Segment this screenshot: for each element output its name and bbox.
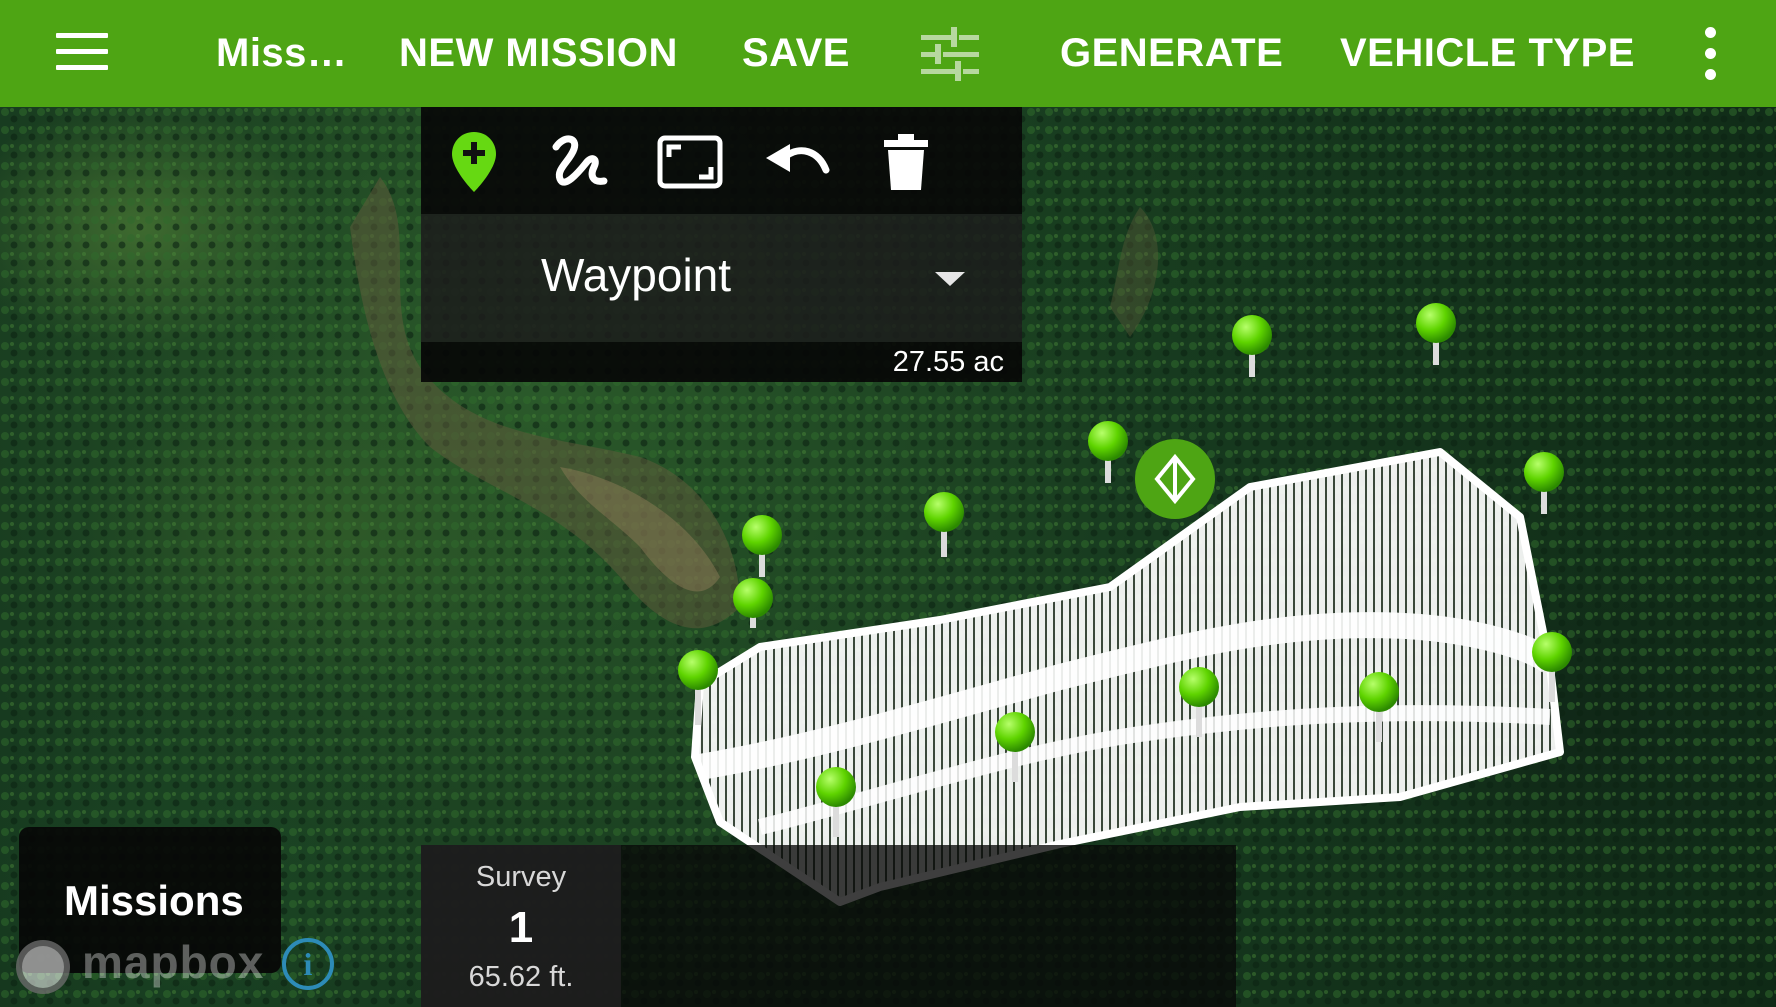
undo-icon[interactable] xyxy=(763,127,833,197)
mode-dropdown-value: Waypoint xyxy=(541,249,732,301)
edit-toolbar-panel: Waypoint 27.55 ac xyxy=(421,107,1022,382)
survey-label: Survey xyxy=(475,861,567,893)
area-readout-row: 27.55 ac xyxy=(421,342,1022,382)
mapbox-wordmark: mapbox xyxy=(82,936,265,988)
generate-button[interactable]: GENERATE xyxy=(1060,0,1283,107)
new-mission-button[interactable]: NEW MISSION xyxy=(399,0,678,107)
app-bar: Miss… NEW MISSION SAVE GENERATE VEHICLE … xyxy=(0,0,1776,107)
fit-view-icon[interactable] xyxy=(655,127,725,197)
settings-sliders-icon[interactable] xyxy=(920,0,980,107)
save-button[interactable]: SAVE xyxy=(742,0,850,107)
chevron-down-icon xyxy=(935,272,965,286)
vehicle-type-button[interactable]: VEHICLE TYPE xyxy=(1340,0,1635,107)
more-options-icon[interactable] xyxy=(1690,0,1730,107)
survey-altitude: 65.62 ft. xyxy=(468,961,574,993)
draw-path-icon[interactable] xyxy=(545,127,615,197)
delete-icon[interactable] xyxy=(871,127,941,197)
survey-number: 1 xyxy=(508,903,534,952)
survey-item-card[interactable]: Survey 1 65.62 ft. xyxy=(421,845,621,1007)
mapbox-logo: mapbox xyxy=(16,935,266,995)
add-waypoint-icon[interactable] xyxy=(439,127,509,197)
missions-button-label: Missions xyxy=(64,877,244,924)
survey-info-panel: Survey 1 65.62 ft. xyxy=(421,845,1236,1007)
attribution-info-icon[interactable]: i xyxy=(282,938,334,990)
menu-icon[interactable] xyxy=(52,29,112,75)
start-point-icon[interactable] xyxy=(1135,439,1215,519)
mode-dropdown[interactable]: Waypoint xyxy=(421,214,1022,342)
mapbox-mark-icon xyxy=(16,940,70,994)
tool-row xyxy=(421,107,1022,214)
mission-title[interactable]: Miss… xyxy=(216,0,347,107)
area-readout: 27.55 ac xyxy=(892,346,1004,378)
